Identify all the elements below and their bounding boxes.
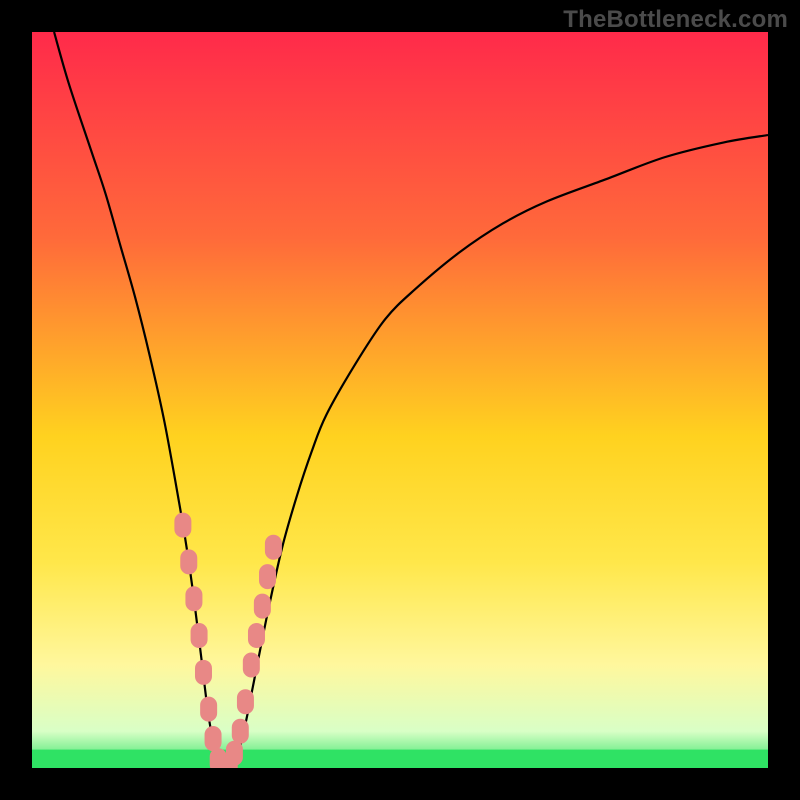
highlight-marker — [186, 587, 202, 611]
highlight-marker — [232, 719, 248, 743]
highlight-marker — [191, 624, 207, 648]
highlight-marker — [226, 741, 242, 765]
highlight-marker — [205, 727, 221, 751]
highlight-marker — [260, 565, 276, 589]
highlight-marker — [237, 690, 253, 714]
green-band — [32, 750, 768, 768]
highlight-marker — [201, 697, 217, 721]
highlight-marker — [195, 660, 211, 684]
gradient-background — [32, 32, 768, 768]
highlight-marker — [181, 550, 197, 574]
highlight-marker — [265, 535, 281, 559]
plot-area — [32, 32, 768, 768]
outer-frame: TheBottleneck.com — [0, 0, 800, 800]
highlight-marker — [248, 624, 264, 648]
highlight-marker — [243, 653, 259, 677]
watermark-text: TheBottleneck.com — [563, 6, 788, 34]
chart-svg — [32, 32, 768, 768]
highlight-marker — [175, 513, 191, 537]
highlight-marker — [254, 594, 270, 618]
